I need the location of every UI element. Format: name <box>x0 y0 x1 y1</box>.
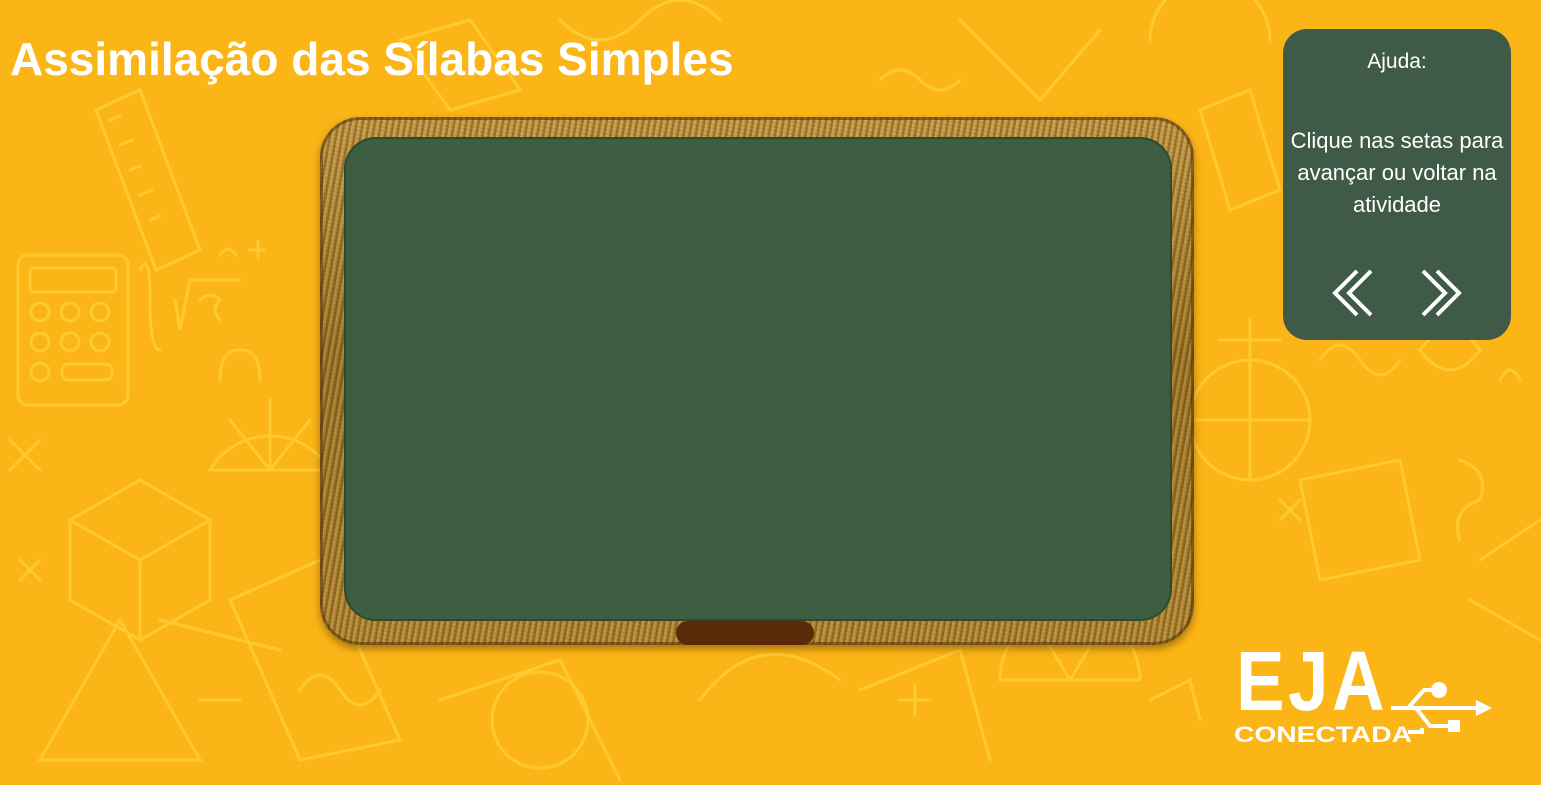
help-instructions: Clique nas setas para avançar ou voltar … <box>1290 128 1504 217</box>
chalkboard-surface <box>344 137 1172 621</box>
help-panel: Ajuda: Clique nas setas para avançar ou … <box>1283 29 1511 340</box>
double-chevron-right-icon <box>1421 269 1462 317</box>
page-title: Assimilação das Sílabas Simples <box>10 33 734 85</box>
next-button[interactable] <box>1411 265 1467 321</box>
previous-button[interactable] <box>1327 265 1383 321</box>
chalk-tray <box>676 621 814 645</box>
logo-main-text: EJA <box>1236 634 1388 728</box>
help-title: Ajuda: <box>1367 50 1427 73</box>
chalkboard-frame <box>320 117 1194 645</box>
eja-conectada-logo: EJA CONECTADA <box>1234 634 1492 747</box>
double-chevron-left-icon <box>1332 269 1373 317</box>
activity-screen: Assimilação das Sílabas Simples Ajuda: C… <box>0 0 1541 785</box>
logo-sub-text: CONECTADA <box>1234 722 1412 747</box>
